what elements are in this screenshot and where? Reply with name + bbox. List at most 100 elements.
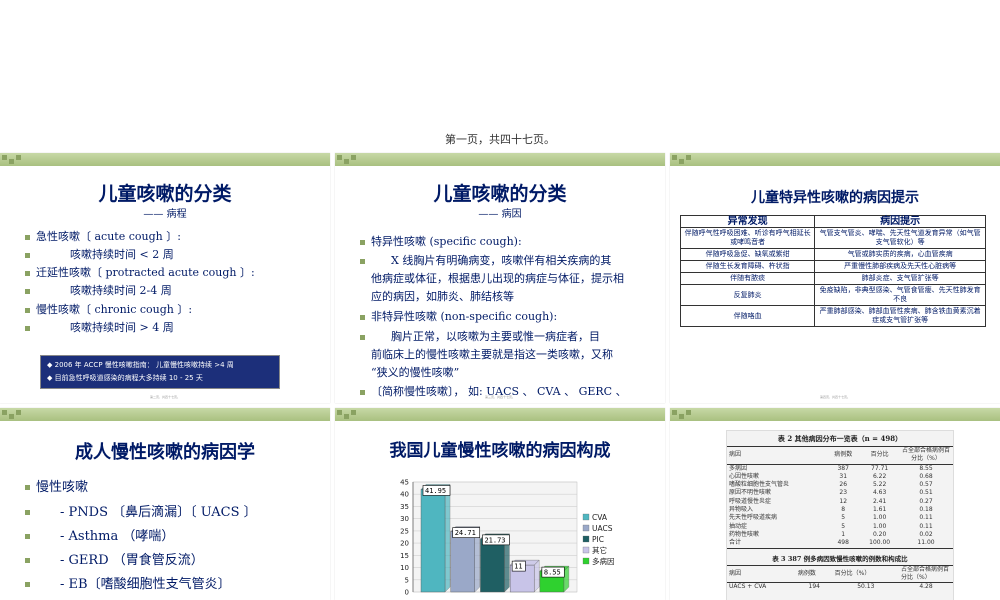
- slide-footer: 第三页，共四十七页。: [484, 395, 515, 399]
- table-row: 伴随咯血 严重肺部感染、肺部血管性疾病、肺含铁血黄素沉着症或支气管扩张等: [679, 305, 986, 327]
- multi-cause-table: 病因 病例数 百分比（%） 占全部合格病例百分比（%） UACS + CVA 19…: [727, 564, 953, 592]
- slide-header-bar: [670, 153, 1000, 166]
- table-row: 合计 498 100.00 11.00: [727, 539, 953, 548]
- table-cell: 5.22: [872, 481, 887, 489]
- table-cell: 5: [841, 522, 846, 530]
- scanned-table-image: 表 2 其他病因分布一览表（n = 498） 病因 病例数 百分比 占全部合格病…: [726, 430, 954, 600]
- decorative-squares-icon: [672, 409, 696, 423]
- table-row: 先天性呼吸道疾病 5 1.00 0.11: [727, 514, 953, 522]
- table-cell: 8: [841, 506, 846, 514]
- table-cell: 药物性咳嗽: [729, 530, 760, 538]
- legend-label: 多病因: [592, 556, 615, 566]
- bullet-item: 非特异性咳嗽 (non-specific cough):: [360, 308, 557, 324]
- table-row: 反复肺炎 免疫缺陷，非典型感染、气管食管瘘、先天性肺发育不良: [679, 284, 986, 306]
- table-cell: 5: [841, 514, 846, 522]
- other-causes-table: 病因 病例数 百分比 占全部合格病例百分比（%） 多病因 387 77.71 8.55…: [727, 446, 953, 549]
- slide-thumbnail-3[interactable]: 儿童特异性咳嗽的病因提示 异常发现 病因提示 伴随呼气性呼吸困难、听诊有呼气相延…: [670, 153, 1000, 403]
- slide-header-bar: [670, 408, 1000, 421]
- bullet-square-icon: [25, 270, 30, 276]
- slide-subtitle: —— 病程: [143, 209, 187, 220]
- table-cell: 0.51: [919, 489, 933, 497]
- paragraph-line: 前临床上的慢性咳嗽主要就是指这一类咳嗽，又称: [371, 348, 613, 361]
- y-tick-label: 10: [400, 564, 409, 572]
- table-cell: UACS + CVA: [729, 583, 767, 591]
- table-cell: 0.27: [919, 497, 933, 505]
- table-cell: 100.00: [869, 539, 891, 547]
- bullet-square-icon: [360, 334, 365, 340]
- slide-title: 儿童咳嗽的分类: [98, 183, 232, 205]
- legend-label: CVA: [592, 513, 608, 522]
- legend-swatch: [582, 557, 590, 565]
- table-cell: 0.57: [919, 481, 933, 489]
- data-label: 11: [514, 563, 522, 571]
- slide-thumbnail-1[interactable]: 儿童咳嗽的分类 —— 病程 急性咳嗽〔 acute cough 〕: 咳嗽持续时…: [0, 153, 330, 403]
- slide-thumbnail-5[interactable]: 我国儿童慢性咳嗽的病因构成 0 5 10 15 20 25 30 35 40 45 41.95 24.…: [335, 408, 665, 600]
- table-cell: 心因性咳嗽: [729, 472, 760, 480]
- page-label: 第一页，共四十七页。: [445, 133, 555, 146]
- y-tick-label: 45: [400, 479, 409, 487]
- slide-title: 成人慢性咳嗽的病因学: [75, 442, 255, 463]
- table-cell: 26: [839, 481, 848, 489]
- bullet-item: 特异性咳嗽 (specific cough):: [360, 233, 522, 249]
- etiology-bar-chart: 0 5 10 15 20 25 30 35 40 45 41.95 24.71 21.73 11 8.55 C…: [400, 479, 615, 597]
- bar: [420, 489, 446, 593]
- bullet-item: 慢性咳嗽: [25, 476, 88, 495]
- table-cell: 194: [808, 583, 820, 591]
- table-cell: 伴随呼吸急促、缺氧或紫绀: [679, 248, 816, 261]
- table-row: 多病因 387 77.71 8.55: [727, 464, 953, 473]
- table-cell: 气管或肺实质的疾病，心血管疾病: [814, 248, 986, 261]
- table-cell: 12: [839, 497, 848, 505]
- bullet-item: 急性咳嗽〔 acute cough 〕:: [25, 228, 181, 244]
- table-row: 抽动症 5 1.00 0.11: [727, 523, 953, 531]
- table-cell: 0.02: [919, 530, 933, 538]
- table-header-cell: 病因提示: [814, 215, 986, 228]
- table-header-cell: 百分比（%）: [834, 569, 871, 577]
- table-header-cell: 病因: [729, 569, 742, 577]
- y-tick-label: 0: [405, 589, 409, 597]
- bullet-subitem: - EB〔嗜酸细胞性支气管炎〕: [25, 573, 231, 592]
- table-row: 原因不明性咳嗽 23 4.63 0.51: [727, 489, 953, 497]
- table-cell: 0.20: [872, 530, 887, 538]
- table2-title: 表 2 其他病因分布一览表（n = 498）: [777, 434, 903, 443]
- table-row: 伴随呼气性呼吸困难、听诊有呼气相延长或哮鸣音者 气管支气管炎、哮喘、先天性气道发育…: [679, 227, 986, 249]
- bullet-square-icon: [25, 485, 30, 490]
- slide-thumbnail-6[interactable]: 表 2 其他病因分布一览表（n = 498） 病因 病例数 百分比 占全部合格病…: [670, 408, 1000, 600]
- table-cell: 呼吸道慢性炎症: [729, 497, 772, 505]
- slide-footer: 第四页，共四十七页。: [819, 395, 850, 399]
- bullet-subitem: 咳嗽持续时间 < 2 周: [25, 246, 174, 262]
- table-cell: 498: [837, 539, 849, 547]
- table-row: 药物性咳嗽 1 0.20 0.02: [727, 531, 953, 539]
- table-cell: 1.00: [872, 522, 887, 530]
- table-cell: 4.63: [872, 489, 887, 497]
- bullet-square-icon: [25, 534, 30, 539]
- table-cell: 387: [837, 464, 849, 472]
- decorative-squares-icon: [2, 154, 26, 168]
- table-header-row: 病因 病例数 百分比 占全部合格病例百分比（%）: [727, 447, 953, 465]
- table-header-cell: 病例数: [797, 569, 816, 577]
- table-cell: 0.11: [919, 514, 933, 522]
- table-cell: 免疫缺陷，非典型感染、气管食管瘘、先天性肺发育不良: [814, 284, 986, 306]
- bullet-subitem: 咳嗽持续时间 > 4 周: [25, 319, 174, 335]
- table-cell: 77.71: [871, 464, 889, 472]
- table-cell: 2.41: [872, 497, 887, 505]
- y-tick-label: 15: [400, 552, 409, 560]
- table-cell: 抽动症: [729, 522, 748, 530]
- table-cell: 1: [841, 530, 846, 538]
- table-cell: 50.13: [857, 583, 875, 591]
- decorative-squares-icon: [2, 409, 26, 423]
- table-cell: 严重肺部感染、肺部血管性疾病、肺含铁血黄素沉着症或支气管扩张等: [814, 305, 986, 327]
- slide-thumbnail-2[interactable]: 儿童咳嗽的分类 —— 病因 特异性咳嗽 (specific cough): X …: [335, 153, 665, 403]
- bar: [450, 531, 475, 593]
- table-cell: 伴随呼气性呼吸困难、听诊有呼气相延长或哮鸣音者: [679, 227, 816, 249]
- table-cell: 23: [839, 489, 848, 497]
- decorative-squares-icon: [337, 154, 361, 168]
- table-cell: 多病因: [729, 464, 748, 472]
- slide-thumbnail-4[interactable]: 成人慢性咳嗽的病因学 慢性咳嗽 - PNDS 〔鼻后滴漏〕〔 UACS 〕 - …: [0, 408, 330, 600]
- table-cell: 伴随生长发育障碍、杵状指: [679, 260, 816, 273]
- legend-label: 其它: [592, 545, 607, 555]
- data-label: 41.95: [425, 487, 446, 495]
- decorative-squares-icon: [672, 154, 696, 168]
- y-tick-label: 25: [400, 527, 409, 535]
- bullet-square-icon: [25, 510, 30, 515]
- y-tick-label: 5: [405, 576, 409, 584]
